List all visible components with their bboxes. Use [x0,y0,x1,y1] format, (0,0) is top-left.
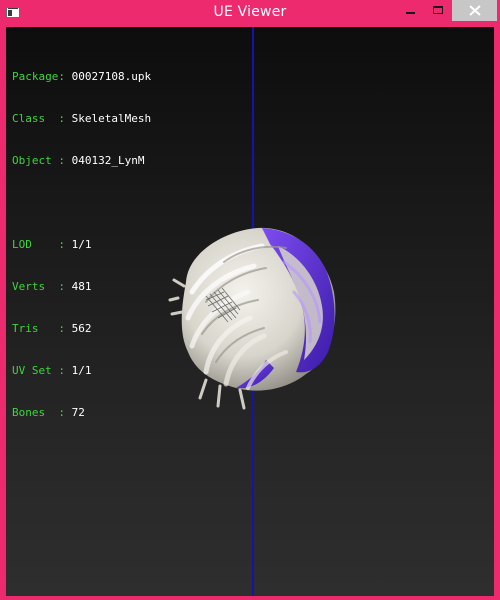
info-value: 562 [71,322,92,335]
close-button[interactable] [452,0,497,21]
info-row-verts: Verts : 481 [12,280,151,294]
info-row-bones: Bones : 72 [12,406,151,420]
info-label: UV Set : [12,364,65,377]
info-value: 1/1 [71,238,92,251]
close-icon [469,5,481,16]
maximize-button[interactable] [425,0,451,21]
info-label: Verts : [12,280,65,293]
maximize-icon [433,6,443,14]
title-bar[interactable]: UE Viewer [0,0,500,27]
info-value: 00027108.upk [71,70,152,83]
info-row-object: Object : 040132_LynM [12,154,151,168]
hair-mesh-model[interactable] [166,222,338,412]
minimize-button[interactable] [398,0,425,21]
info-row-tris: Tris : 562 [12,322,151,336]
minimize-icon [406,12,415,14]
mesh-info-panel: Package: 00027108.upk Class : SkeletalMe… [12,42,151,448]
app-window: UE Viewer Package: 00027108.upk Class : … [0,0,500,600]
info-row-package: Package: 00027108.upk [12,70,151,84]
info-row-lod: LOD : 1/1 [12,238,151,252]
info-label: Package: [12,70,65,83]
info-label: Tris : [12,322,65,335]
info-label: Bones : [12,406,65,419]
info-value: 040132_LynM [71,154,145,167]
info-value: SkeletalMesh [71,112,152,125]
info-value: 1/1 [71,364,92,377]
info-label: Class : [12,112,65,125]
info-value: 72 [71,406,85,419]
info-label: Object : [12,154,65,167]
info-value: 481 [71,280,92,293]
3d-viewport[interactable]: Package: 00027108.upk Class : SkeletalMe… [6,27,494,596]
info-label: LOD : [12,238,65,251]
info-row-class: Class : SkeletalMesh [12,112,151,126]
info-row-uvset: UV Set : 1/1 [12,364,151,378]
